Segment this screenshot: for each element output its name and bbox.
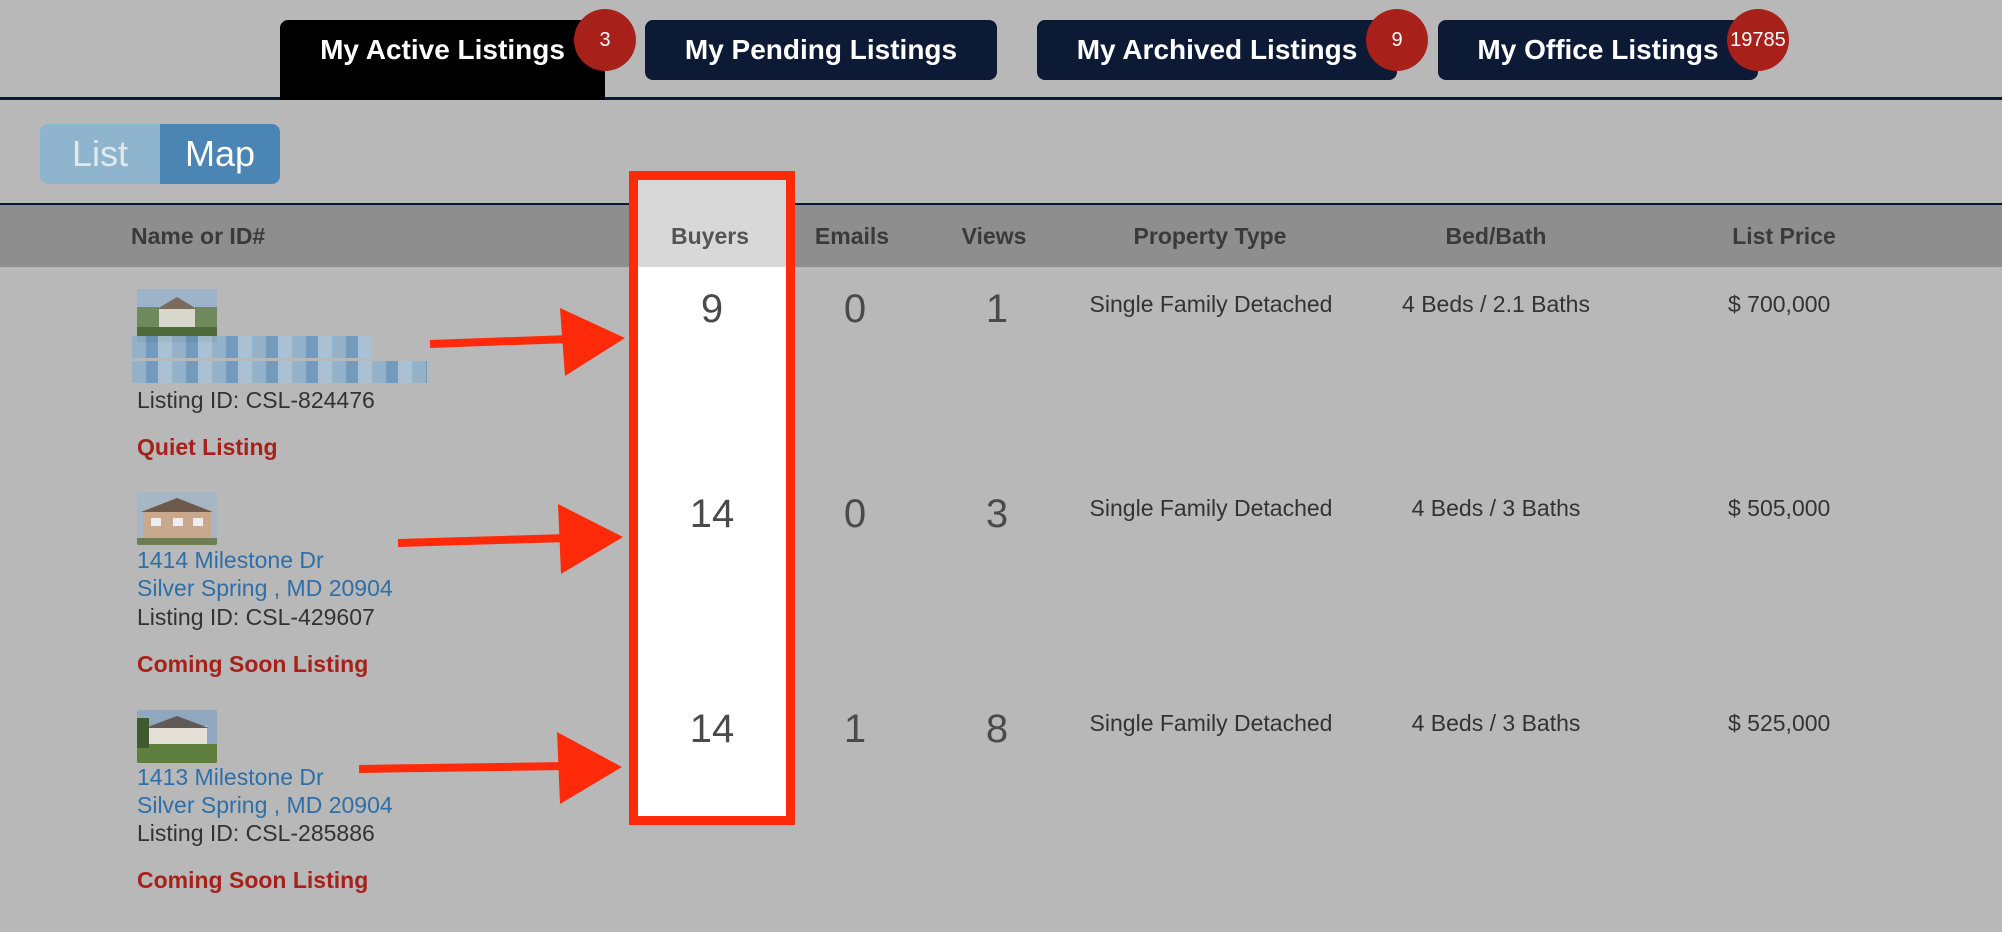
emails-count[interactable]: 1: [844, 707, 866, 752]
tab-my-office-listings[interactable]: My Office Listings: [1438, 20, 1758, 80]
views-count[interactable]: 3: [986, 492, 1008, 537]
property-type: Single Family Detached: [1089, 291, 1333, 317]
redacted-address-line2: [132, 361, 427, 383]
tab-my-pending-listings[interactable]: My Pending Listings: [645, 20, 997, 80]
redacted-address-line1: [132, 336, 372, 358]
column-header-views[interactable]: Views: [962, 205, 1027, 267]
list-view-button[interactable]: List: [40, 124, 160, 184]
listing-thumbnail[interactable]: [137, 492, 217, 545]
table-row: 1413 Milestone Dr Silver Spring , MD 209…: [0, 697, 2002, 912]
buyers-count[interactable]: 9: [701, 287, 723, 332]
active-count-badge: 3: [574, 9, 636, 71]
property-type: Single Family Detached: [1089, 710, 1333, 736]
listing-status: Quiet Listing: [137, 434, 278, 460]
emails-count[interactable]: 0: [844, 492, 866, 537]
table-header: Name or ID# Emails Views Property Type B…: [0, 203, 2002, 267]
views-count[interactable]: 1: [986, 287, 1008, 332]
tab-label: My Archived Listings: [1076, 34, 1358, 65]
column-header-emails[interactable]: Emails: [815, 205, 889, 267]
tab-my-active-listings[interactable]: My Active Listings: [280, 20, 605, 100]
list-price: $ 505,000: [1728, 495, 1831, 521]
archived-count-badge: 9: [1366, 9, 1428, 71]
listing-address-line2[interactable]: Silver Spring , MD 20904: [137, 791, 393, 819]
listing-status: Coming Soon Listing: [137, 651, 369, 677]
view-toggle: List Map: [40, 124, 280, 184]
bed-bath: 4 Beds / 2.1 Baths: [1402, 291, 1590, 317]
listing-id: Listing ID: CSL-824476: [137, 387, 375, 413]
arrow-annotation-icon: [429, 308, 625, 376]
tab-my-archived-listings[interactable]: My Archived Listings: [1037, 20, 1397, 80]
table-row: 1414 Milestone Dr Silver Spring , MD 209…: [0, 482, 2002, 697]
tab-label: My Pending Listings: [684, 34, 958, 65]
listing-thumbnail[interactable]: [137, 710, 217, 763]
list-price: $ 700,000: [1728, 291, 1831, 317]
buyers-count[interactable]: 14: [690, 707, 735, 752]
emails-count[interactable]: 0: [844, 287, 866, 332]
property-type: Single Family Detached: [1089, 495, 1333, 521]
column-header-name[interactable]: Name or ID#: [131, 205, 265, 267]
column-header-property-type[interactable]: Property Type: [1134, 205, 1287, 267]
listing-status: Coming Soon Listing: [137, 867, 369, 893]
listing-thumbnail[interactable]: [137, 289, 217, 342]
listing-id: Listing ID: CSL-285886: [137, 820, 375, 846]
column-header-list-price[interactable]: List Price: [1732, 205, 1836, 267]
listing-address-line2[interactable]: Silver Spring , MD 20904: [137, 574, 393, 602]
arrow-annotation-icon: [358, 732, 622, 804]
listing-id: Listing ID: CSL-429607: [137, 604, 375, 630]
bed-bath: 4 Beds / 3 Baths: [1411, 495, 1581, 521]
list-price: $ 525,000: [1728, 710, 1831, 736]
listing-address-line1[interactable]: 1413 Milestone Dr: [137, 763, 324, 791]
table-row: Listing ID: CSL-824476 Quiet Listing 9 0…: [0, 267, 2002, 482]
arrow-annotation-icon: [397, 504, 623, 574]
views-count[interactable]: 8: [986, 707, 1008, 752]
map-view-button[interactable]: Map: [160, 124, 280, 184]
office-count-badge: 19785: [1727, 9, 1789, 71]
buyers-count[interactable]: 14: [690, 492, 735, 537]
column-header-bed-bath[interactable]: Bed/Bath: [1446, 205, 1547, 267]
listing-address-line1[interactable]: 1414 Milestone Dr: [137, 546, 324, 574]
listing-tabs-bar: My Active Listings 3 My Pending Listings…: [0, 0, 2002, 100]
bed-bath: 4 Beds / 3 Baths: [1411, 710, 1581, 736]
tab-label: My Office Listings: [1477, 34, 1719, 65]
listings-page: My Active Listings 3 My Pending Listings…: [0, 0, 2002, 932]
tab-label: My Active Listings: [320, 34, 565, 65]
